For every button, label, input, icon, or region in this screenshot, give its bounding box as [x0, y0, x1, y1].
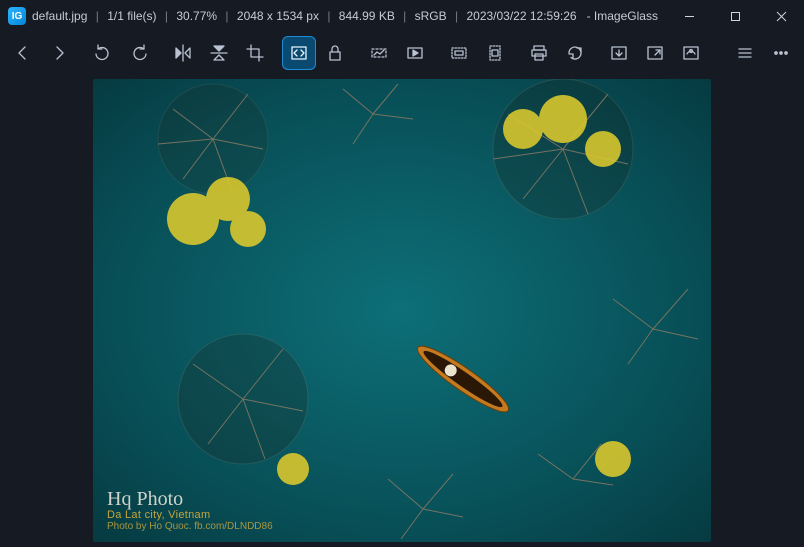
gallery-vertical-button[interactable] [478, 36, 512, 70]
title-zoom: 30.77% [176, 9, 217, 23]
toolbar [0, 32, 804, 74]
window-fit-button[interactable] [282, 36, 316, 70]
redo-button[interactable] [122, 36, 156, 70]
watermark-line2: Photo by Ho Quoc. fb.com/DLNDD86 [107, 521, 273, 532]
fullscreen-button[interactable] [638, 36, 672, 70]
title-datetime: 2023/03/22 12:59:26 [466, 9, 576, 23]
panorama-button[interactable] [362, 36, 396, 70]
titlebar: IG default.jpg | 1/1 file(s) | 30.77% | … [0, 0, 804, 32]
color-picker-button[interactable] [674, 36, 708, 70]
app-icon: IG [8, 7, 26, 25]
maximize-button[interactable] [712, 0, 758, 32]
watermark-signature: Hq Photo [107, 489, 273, 509]
slideshow-button[interactable] [398, 36, 432, 70]
more-button[interactable] [764, 36, 798, 70]
displayed-image: Hq Photo Da Lat city, Vietnam Photo by H… [93, 79, 711, 542]
nav-back-button[interactable] [6, 36, 40, 70]
title-info: default.jpg | 1/1 file(s) | 30.77% | 204… [32, 0, 658, 32]
crop-button[interactable] [238, 36, 272, 70]
image-watermark: Hq Photo Da Lat city, Vietnam Photo by H… [107, 489, 273, 532]
menu-button[interactable] [728, 36, 762, 70]
title-filesize: 844.99 KB [339, 9, 395, 23]
refresh-button[interactable] [558, 36, 592, 70]
title-dimensions: 2048 x 1534 px [237, 9, 319, 23]
title-filename: default.jpg [32, 9, 87, 23]
title-appname: ImageGlass [594, 9, 658, 23]
flip-vertical-button[interactable] [202, 36, 236, 70]
lock-zoom-button[interactable] [318, 36, 352, 70]
title-file-position: 1/1 file(s) [107, 9, 156, 23]
flip-horizontal-button[interactable] [166, 36, 200, 70]
nav-forward-button[interactable] [42, 36, 76, 70]
print-button[interactable] [522, 36, 556, 70]
watermark-line1: Da Lat city, Vietnam [107, 509, 273, 521]
title-colorspace: sRGB [415, 9, 447, 23]
minimize-button[interactable] [666, 0, 712, 32]
app-window: IG default.jpg | 1/1 file(s) | 30.77% | … [0, 0, 804, 547]
frame-nav-button[interactable] [602, 36, 636, 70]
close-button[interactable] [758, 0, 804, 32]
gallery-horizontal-button[interactable] [442, 36, 476, 70]
image-viewer[interactable]: Hq Photo Da Lat city, Vietnam Photo by H… [0, 74, 804, 547]
undo-button[interactable] [86, 36, 120, 70]
